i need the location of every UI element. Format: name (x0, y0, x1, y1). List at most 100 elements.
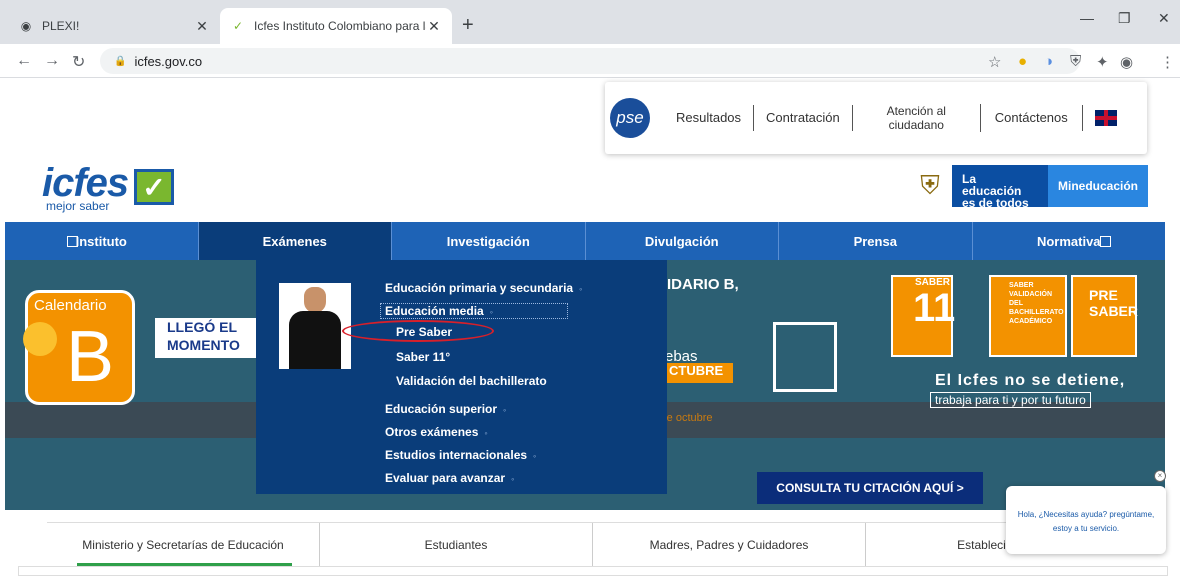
link-contratacion[interactable]: Contratación (754, 105, 853, 131)
icfes-logo[interactable]: icfes mejor saber ✓ (42, 163, 177, 215)
menu-item-label: Otros exámenes (385, 425, 479, 439)
top-links-box: pse Resultados Contratación Atención al … (605, 82, 1147, 154)
chat-line-1: Hola, ¿Necesitas ayuda? pregúntame, (1017, 510, 1155, 519)
nav-label: Prensa (853, 233, 897, 249)
menu-item-saber-11[interactable]: Saber 11° (396, 350, 450, 364)
presenter-head (304, 287, 326, 313)
nav-divulgacion[interactable]: Divulgación (586, 222, 779, 260)
square-icon (67, 235, 78, 247)
main-navigation: Instituto Exámenes Investigación Divulga… (5, 222, 1165, 260)
globe-icon: ◉ (20, 19, 32, 33)
minimize-icon[interactable]: — (1080, 10, 1094, 26)
nav-label: Instituto (75, 233, 127, 249)
chat-close-icon[interactable]: × (1154, 470, 1166, 482)
checkmark-icon: ✓ (134, 169, 174, 205)
nav-investigacion[interactable]: Investigación (392, 222, 586, 260)
presenter-photo (279, 283, 351, 369)
red-annotation-ellipse (342, 320, 494, 342)
close-window-icon[interactable]: ✕ (1158, 10, 1170, 27)
menu-item-label: Educación media (385, 304, 484, 318)
menu-item-educacion-superior[interactable]: Educación superior ◦ (385, 402, 506, 416)
logo-subtitle: mejor saber (46, 199, 110, 213)
submenu-dot-icon: ◦ (511, 474, 515, 484)
restore-icon[interactable]: ❐ (1118, 10, 1131, 27)
llego-momento-box: LLEGÓ EL MOMENTO (155, 318, 265, 358)
consulta-citacion-button[interactable]: CONSULTA TU CITACIÓN AQUÍ > (757, 472, 983, 504)
menu-item-otros-examenes[interactable]: Otros exámenes ◦ (385, 425, 488, 439)
link-resultados[interactable]: Resultados (664, 105, 755, 131)
content-panel-top (18, 566, 1168, 576)
forward-icon[interactable]: → (44, 52, 60, 70)
audience-tabs: Ministerio y Secretarías de Educación Es… (47, 522, 1155, 566)
pre-saber-label: PRE SABER (1089, 287, 1139, 319)
submenu-dot-icon: ◦ (489, 307, 493, 317)
new-tab-icon[interactable]: + (462, 14, 474, 37)
nav-instituto[interactable]: Instituto (5, 222, 199, 260)
submenu-dot-icon: ◦ (579, 284, 583, 294)
gov-education-badge[interactable]: La educación es de todos (952, 165, 1048, 209)
puzzle-icon[interactable]: ✦ (1096, 53, 1109, 71)
saber-11-badge: SABER 11 (891, 275, 956, 357)
submenu-dot-icon: ◦ (484, 428, 488, 438)
uk-flag-icon[interactable] (1094, 110, 1117, 126)
menu-item-estudios-internacionales[interactable]: Estudios internacionales ◦ (385, 448, 536, 462)
back-icon[interactable]: ← (16, 52, 32, 70)
tab-ministerio[interactable]: Ministerio y Secretarías de Educación (47, 523, 320, 566)
menu-item-educacion-primaria[interactable]: Educación primaria y secundaria ◦ (385, 281, 582, 295)
tab-madres-padres[interactable]: Madres, Padres y Cuidadores (593, 523, 866, 566)
submenu-dot-icon: ◦ (533, 451, 537, 461)
government-bar: ⛨ La educación es de todos Mineducación (908, 165, 1148, 209)
menu-dots-icon[interactable]: ⋮ (1160, 53, 1175, 71)
nav-label: Exámenes (262, 233, 327, 249)
mineducacion-link[interactable]: Mineducación (1048, 165, 1148, 207)
tab-estudiantes[interactable]: Estudiantes (320, 523, 593, 566)
url-text: icfes.gov.co (134, 53, 203, 69)
url-input[interactable]: 🔒 icfes.gov.co (100, 48, 1080, 74)
calendario-label: Calendario (34, 297, 107, 314)
tab-title: Icfes Instituto Colombiano para la (254, 19, 426, 33)
pse-logo[interactable]: pse (610, 98, 650, 138)
nav-examenes[interactable]: Exámenes (198, 222, 392, 260)
menu-item-label: Evaluar para avanzar (385, 471, 506, 485)
extension-shape-icon[interactable]: ◑ (1044, 53, 1053, 70)
saber-11-number: 11 (913, 286, 956, 330)
nav-normativa[interactable]: Normativa (973, 222, 1166, 260)
lock-icon: 🔒 (114, 55, 127, 67)
browser-tab-icfes[interactable]: ✓ Icfes Instituto Colombiano para la ✕ (220, 8, 452, 44)
validacion-label: SABER VALIDACIÓN DEL BACHILLERATO ACADÉM… (1009, 282, 1064, 325)
star-icon[interactable]: ☆ (988, 53, 1001, 71)
nav-label: Normativa (1036, 233, 1101, 249)
browser-tab-plexi[interactable]: ◉ PLEXI! ✕ (8, 8, 220, 44)
menu-item-educacion-media[interactable]: Educación media ◦ (380, 303, 568, 319)
icfes-check-icon: ✓ (232, 19, 244, 33)
nav-prensa[interactable]: Prensa (779, 222, 973, 260)
close-tab-icon[interactable]: ✕ (194, 18, 210, 35)
no-se-detiene-text: El Icfes no se detiene, (935, 372, 1126, 389)
octubre-badge: CTUBRE (665, 363, 733, 383)
account-icon[interactable]: ◉ (1120, 53, 1133, 71)
square-icon (1100, 235, 1111, 247)
close-tab-icon[interactable]: ✕ (426, 18, 442, 35)
llego-line-1: LLEGÓ EL (167, 319, 237, 335)
calendar-screen-icon (773, 322, 837, 392)
octubre-note: re octubre (663, 412, 713, 424)
address-bar-row: ← → ↻ 🔒 icfes.gov.co ☆ ● ◑ ⛨ ✦ ◉ ⋮ (0, 44, 1180, 78)
chat-widget[interactable]: Hola, ¿Necesitas ayuda? pregúntame, esto… (1006, 486, 1166, 554)
link-atencion-ciudadano[interactable]: Atención al ciudadano (853, 104, 981, 132)
examenes-dropdown: Educación primaria y secundaria ◦ Educaci… (256, 260, 667, 494)
extension-v-icon[interactable]: ● (1018, 53, 1027, 70)
menu-item-evaluar-para-avanzar[interactable]: Evaluar para avanzar ◦ (385, 471, 514, 485)
pre-saber-badge: PRE SABER (1071, 275, 1139, 357)
link-contactenos[interactable]: Contáctenos (981, 105, 1083, 131)
reload-icon[interactable]: ↻ (72, 52, 85, 72)
shield-icon[interactable]: ⛨ (1070, 53, 1081, 70)
submenu-dot-icon: ◦ (503, 405, 507, 415)
nav-label: Divulgación (644, 233, 719, 249)
menu-item-label: Educación superior (385, 402, 498, 416)
menu-item-label: Educación primaria y secundaria (385, 281, 574, 295)
browser-tab-bar: ◉ PLEXI! ✕ ✓ Icfes Instituto Colombiano … (0, 0, 1180, 44)
menu-item-validacion[interactable]: Validación del bachillerato (396, 374, 547, 388)
calendario-b-letter: B (66, 317, 115, 397)
calendario-b-heading: IDARIO B, (667, 276, 739, 293)
tab-title: PLEXI! (42, 19, 80, 33)
